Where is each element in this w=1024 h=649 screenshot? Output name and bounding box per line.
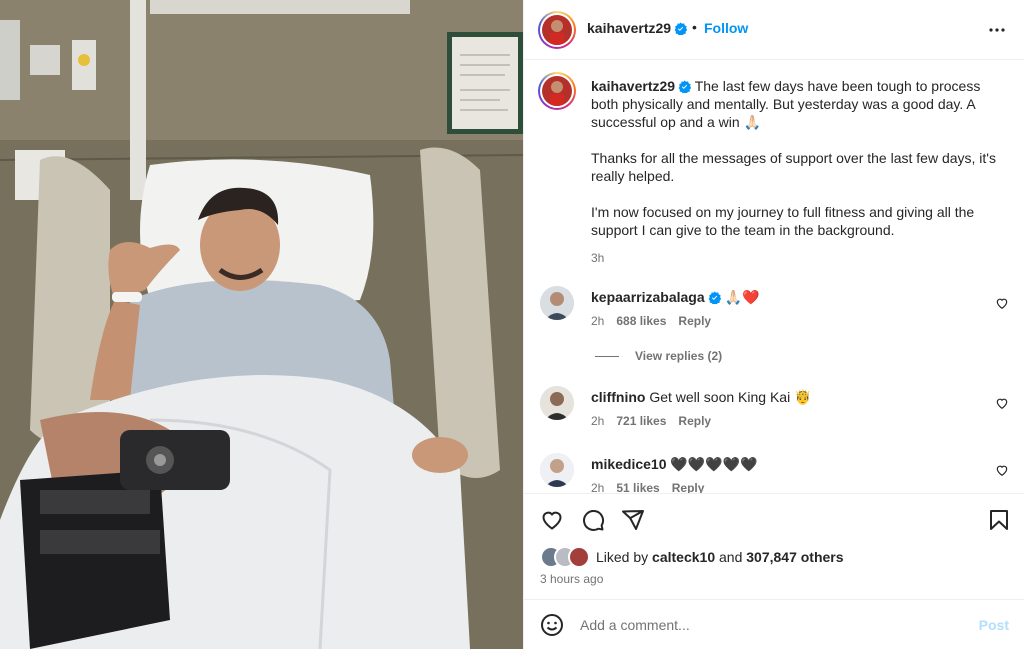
add-comment-bar: Post <box>524 599 1024 649</box>
comment-item: cliffnino Get well soon King Kai 🤴 2h 721… <box>540 386 1009 446</box>
comment-text: Get well soon King Kai 🤴 <box>649 389 812 405</box>
author-username[interactable]: kaihavertz29 <box>587 20 671 36</box>
heart-icon[interactable] <box>995 396 1009 410</box>
comment-time: 2h <box>591 414 605 428</box>
comment-input[interactable] <box>580 614 960 636</box>
comment-likes[interactable]: 51 likes <box>616 481 659 493</box>
comment-text: 🙏🏻❤️ <box>724 289 760 305</box>
verified-icon <box>708 291 721 304</box>
comment-time: 2h <box>591 481 605 493</box>
verified-icon <box>678 80 692 93</box>
emoji-icon[interactable] <box>540 613 564 637</box>
commenter-avatar[interactable] <box>540 386 574 420</box>
likes-count[interactable]: 307,847 others <box>746 549 843 565</box>
post-photo[interactable] <box>0 0 523 649</box>
commenter-username[interactable]: kepaarrizabalaga <box>591 289 705 305</box>
caption-username[interactable]: kaihavertz29 <box>591 78 675 94</box>
view-replies-button[interactable]: View replies (2) <box>595 349 722 363</box>
reply-button[interactable]: Reply <box>672 481 705 493</box>
heart-icon[interactable] <box>995 296 1009 310</box>
comments-scroll-area[interactable]: kaihavertz29 The last few days have been… <box>524 61 1024 493</box>
view-replies-label: View replies (2) <box>635 349 723 363</box>
verified-icon <box>674 22 688 35</box>
post-actions: Liked by calteck10 and 307,847 others 3 … <box>524 493 1024 599</box>
header-separator: • <box>692 19 697 35</box>
caption-author-avatar[interactable] <box>538 72 576 110</box>
post-comment-button[interactable]: Post <box>979 617 1009 633</box>
heart-icon[interactable] <box>540 508 564 532</box>
hospital-bed-photo <box>0 0 523 649</box>
comment-icon[interactable] <box>581 508 605 532</box>
comment-text: 🖤🖤🖤🖤🖤 <box>670 456 758 472</box>
post-timestamp[interactable]: 3 hours ago <box>540 572 603 586</box>
follow-button[interactable]: Follow <box>704 20 748 36</box>
liked-by-and: and <box>719 549 743 565</box>
commenter-username[interactable]: cliffnino <box>591 389 645 405</box>
comment-likes[interactable]: 721 likes <box>616 414 666 428</box>
comment-item: mikedice10 🖤🖤🖤🖤🖤 2h 51 likes Reply <box>540 453 1009 493</box>
comment-time: 2h <box>591 314 605 328</box>
share-icon[interactable] <box>621 508 645 532</box>
commenter-avatar[interactable] <box>540 453 574 487</box>
caption-timestamp: 3h <box>591 251 605 265</box>
post-header: kaihavertz29 • Follow <box>524 0 1024 60</box>
bookmark-icon[interactable] <box>987 508 1011 532</box>
comment-likes[interactable]: 688 likes <box>616 314 666 328</box>
liked-by-user[interactable]: calteck10 <box>652 549 715 565</box>
liked-by-prefix: Liked by <box>596 549 649 565</box>
reply-button[interactable]: Reply <box>678 314 711 328</box>
commenter-avatar[interactable] <box>540 286 574 320</box>
post-caption: kaihavertz29 The last few days have been… <box>591 77 1001 267</box>
more-icon[interactable] <box>985 18 1009 42</box>
heart-icon[interactable] <box>995 463 1009 477</box>
author-avatar[interactable] <box>538 11 576 49</box>
caption-paragraph: I'm now focused on my journey to full fi… <box>591 204 975 238</box>
post-detail-panel: kaihavertz29 • Follow kaihavertz29 The l… <box>523 0 1024 649</box>
liker-avatars <box>540 546 594 568</box>
caption-paragraph: Thanks for all the messages of support o… <box>591 150 996 184</box>
commenter-username[interactable]: mikedice10 <box>591 456 667 472</box>
replies-divider <box>595 356 619 358</box>
reply-button[interactable]: Reply <box>678 414 711 428</box>
